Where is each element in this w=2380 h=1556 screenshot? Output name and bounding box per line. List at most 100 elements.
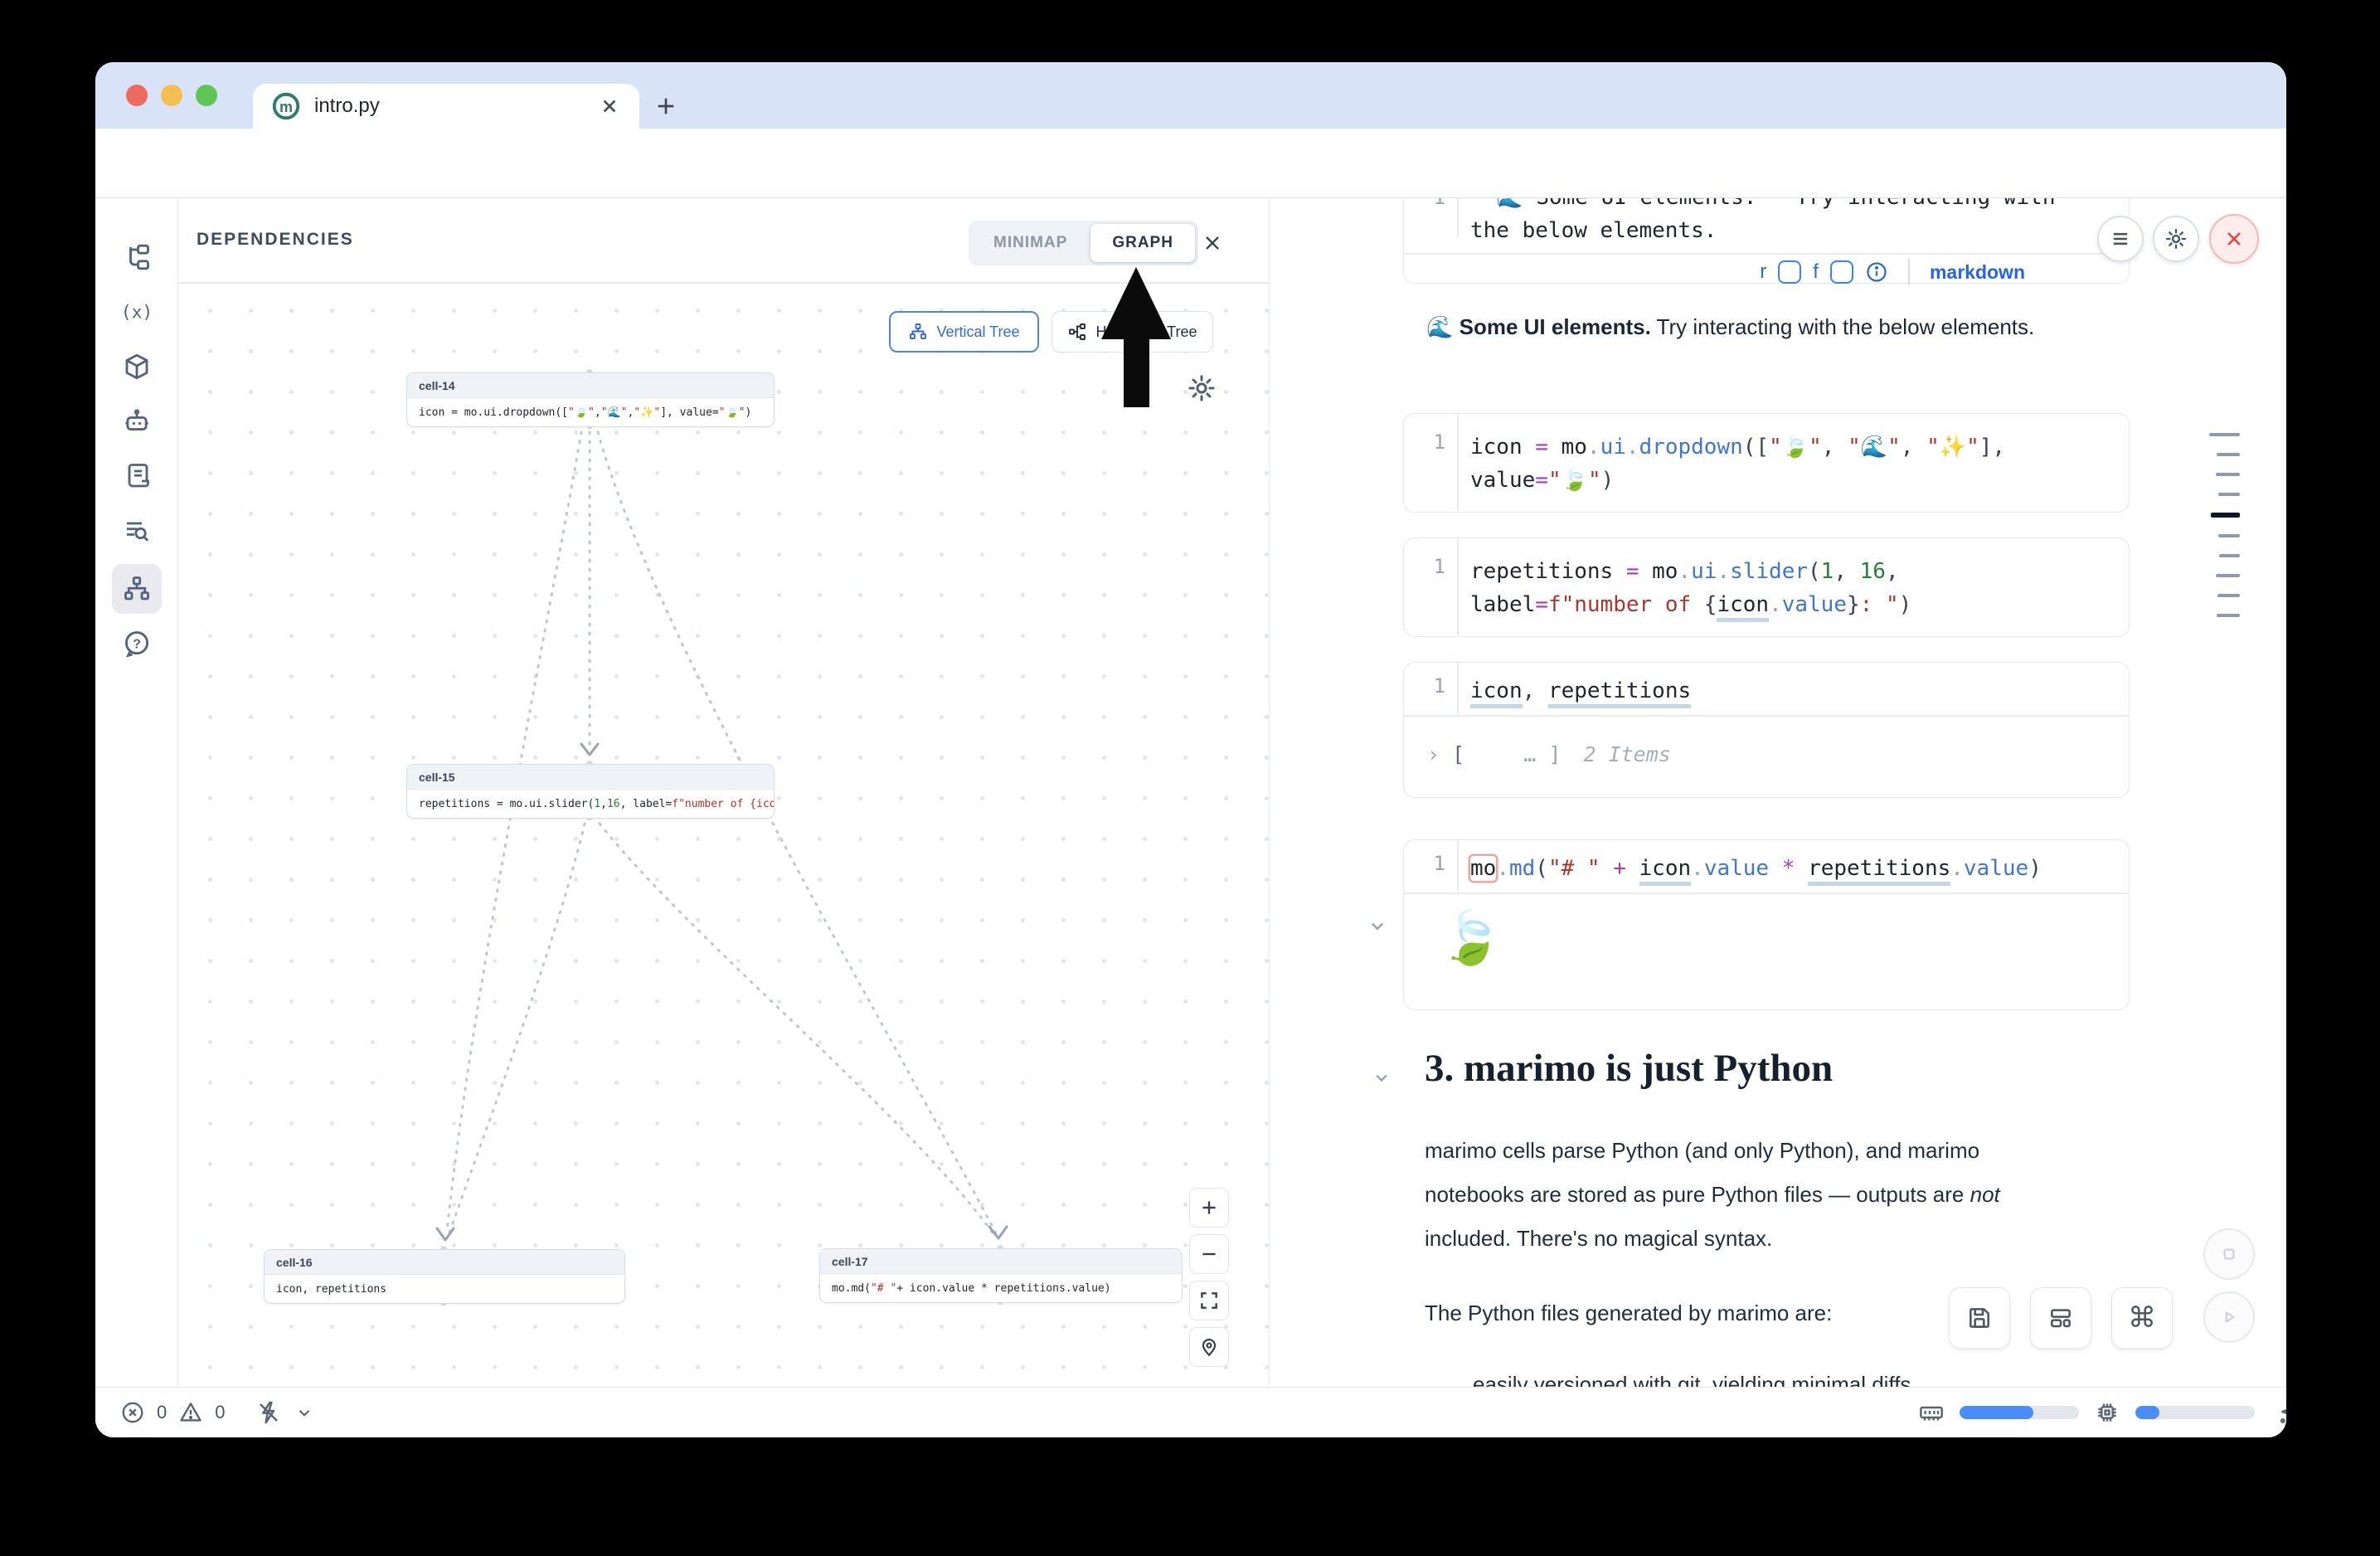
ai-sparkle-icon[interactable] xyxy=(2276,1398,2286,1427)
traffic-light-minimize[interactable] xyxy=(161,85,182,106)
marimo-app: (x) ? DEPENDENCIES xyxy=(95,198,2286,1437)
cell-fold-toggle[interactable] xyxy=(1365,913,1390,938)
md-regular-text: Try interacting with the below elements. xyxy=(1651,314,2034,339)
reactive-checkbox[interactable] xyxy=(1778,260,1801,284)
minimap-line[interactable] xyxy=(2217,614,2240,617)
traffic-light-close[interactable] xyxy=(126,85,148,106)
section-fold-toggle[interactable] xyxy=(1370,1066,1393,1089)
zoom-out-button[interactable] xyxy=(1189,1234,1229,1274)
code-cell-dropdown[interactable]: 1 icon = mo.ui.dropdown(["🍃", "🌊", "✨"],… xyxy=(1403,413,2130,513)
sidebar-item-packages[interactable] xyxy=(112,342,162,391)
close-icon xyxy=(2222,227,2246,250)
graph-node-cell-15[interactable]: cell-15 repetitions = mo.ui.slider(1, 16… xyxy=(406,764,775,819)
minimap-line[interactable] xyxy=(2216,574,2240,577)
minimap-line[interactable] xyxy=(2218,534,2240,537)
code-cell-expression[interactable]: 1 icon, repetitions › [ … ] 2 Items xyxy=(1403,662,2130,798)
minimap-line[interactable] xyxy=(2209,433,2240,436)
gutter-divider xyxy=(1457,414,1459,511)
items-count-label: 2 Items xyxy=(1583,742,1670,766)
fit-view-button[interactable] xyxy=(1189,1281,1229,1320)
code-line: icon, repetitions xyxy=(1470,674,1691,707)
sidebar-item-help[interactable]: ? xyxy=(112,619,162,669)
reactive-toggle-label: r xyxy=(1760,260,1766,284)
graph-node-cell-17[interactable]: cell-17 mo.md("# " + icon.value * repeti… xyxy=(819,1248,1183,1303)
locate-button[interactable] xyxy=(1189,1327,1229,1367)
status-right xyxy=(1918,1388,2286,1437)
horizontal-tree-label: Horizontal Tree xyxy=(1095,323,1197,341)
expand-chevron[interactable]: › xyxy=(1427,742,1440,766)
minimap-line[interactable] xyxy=(2217,594,2240,597)
variables-icon: (x) xyxy=(121,296,153,328)
traffic-light-zoom[interactable] xyxy=(196,85,217,106)
browser-tab-strip: m intro.py xyxy=(95,62,2286,129)
desktop: m intro.py localhost:2718 Guest xyxy=(0,0,2380,1556)
marimo-favicon: m xyxy=(271,91,301,121)
chevron-down-icon[interactable] xyxy=(294,1402,315,1423)
run-all-button[interactable] xyxy=(2203,1291,2255,1343)
minimap-line[interactable] xyxy=(2217,453,2240,456)
section-paragraph-2: The Python files generated by marimo are… xyxy=(1425,1291,2034,1335)
footer-divider xyxy=(1908,259,1910,285)
warnings-icon[interactable] xyxy=(178,1400,203,1425)
layout-button[interactable] xyxy=(2030,1287,2091,1349)
shortcuts-button[interactable]: ⌘ xyxy=(2111,1287,2173,1349)
dependency-graph-icon xyxy=(122,574,152,604)
graph-canvas[interactable] xyxy=(178,282,1269,1387)
sidebar-item-ai-assistant[interactable] xyxy=(112,396,162,446)
emoji-wave: 🌊 xyxy=(1426,314,1460,339)
tab-close-icon[interactable] xyxy=(598,95,621,118)
sidebar-item-snippets[interactable] xyxy=(112,451,162,501)
ai-disabled-icon[interactable] xyxy=(255,1399,282,1426)
graph-node-code: icon = mo.ui.dropdown(["🍃", "🌊", "✨"], v… xyxy=(407,398,774,426)
gutter-divider xyxy=(1457,198,1459,237)
minimap-line[interactable] xyxy=(2218,493,2240,496)
gear-icon xyxy=(2164,227,2188,250)
stop-button[interactable] xyxy=(2203,1228,2255,1280)
markdown-cell-editor[interactable]: 1 **🌊 Some UI elements.** Try interactin… xyxy=(1403,198,2130,284)
sidebar-item-variables[interactable]: (x) xyxy=(112,287,162,337)
sidebar-item-logs[interactable] xyxy=(112,506,162,556)
command-key-icon: ⌘ xyxy=(2128,1301,2156,1335)
code-cell-md[interactable]: 1 mo.md("# " + icon.value * repetitions.… xyxy=(1403,839,2130,1010)
minimap-line[interactable] xyxy=(2219,554,2240,557)
scroll-minimap[interactable] xyxy=(2208,433,2240,617)
format-checkbox[interactable] xyxy=(1830,260,1853,284)
save-button[interactable] xyxy=(1949,1287,2010,1349)
status-bar: 0 0 xyxy=(95,1387,2286,1437)
section-paragraph-clipped: easily versioned with git, yielding mini… xyxy=(1473,1363,2053,1387)
cpu-usage-fill xyxy=(2135,1406,2159,1419)
errors-icon[interactable] xyxy=(120,1400,145,1425)
horizontal-tree-button[interactable]: Horizontal Tree xyxy=(1052,311,1213,353)
new-tab-button[interactable] xyxy=(653,93,679,119)
zoom-in-button[interactable] xyxy=(1189,1188,1229,1228)
shutdown-button[interactable] xyxy=(2209,214,2259,264)
line-number: 1 xyxy=(1404,430,1445,454)
status-left: 0 0 xyxy=(120,1388,315,1437)
code-line: the below elements. xyxy=(1470,214,1717,247)
minimap-line[interactable] xyxy=(2211,513,2240,518)
sidebar-item-dependencies[interactable] xyxy=(112,564,162,614)
line-number: 1 xyxy=(1404,555,1445,578)
sidebar-item-file-explorer[interactable] xyxy=(112,232,162,282)
svg-text:(x): (x) xyxy=(121,303,153,323)
graph-settings-button[interactable] xyxy=(1187,373,1217,403)
info-icon[interactable] xyxy=(1865,260,1888,284)
cell-footer-controls: r f markdown xyxy=(1760,259,2025,285)
code-cell-slider[interactable]: 1 repetitions = mo.ui.slider(1, 16, labe… xyxy=(1403,537,2130,637)
notebook-menu-button[interactable] xyxy=(2097,216,2144,262)
vertical-tree-button[interactable]: Vertical Tree xyxy=(889,311,1039,353)
tab-graph[interactable]: GRAPH xyxy=(1090,224,1195,262)
save-icon xyxy=(1966,1305,1993,1331)
collapsed-output[interactable]: › [ … ] 2 Items xyxy=(1427,742,1671,766)
panel-close-button[interactable] xyxy=(1201,231,1224,255)
tab-minimap[interactable]: MINIMAP xyxy=(972,224,1089,262)
graph-node-cell-14[interactable]: cell-14 icon = mo.ui.dropdown(["🍃", "🌊",… xyxy=(406,372,775,427)
minimap-line[interactable] xyxy=(2216,473,2240,476)
notebook-settings-button[interactable] xyxy=(2153,216,2199,262)
graph-node-cell-16[interactable]: cell-16 icon, repetitions xyxy=(264,1249,625,1304)
cell-language-badge[interactable]: markdown xyxy=(1930,261,2025,284)
browser-toolbar: localhost:2718 Guest xyxy=(95,129,2286,198)
app-sidebar: (x) ? xyxy=(95,198,178,1387)
para-text: included. There's no magical syntax. xyxy=(1425,1226,1772,1251)
browser-tab[interactable]: m intro.py xyxy=(253,84,639,129)
